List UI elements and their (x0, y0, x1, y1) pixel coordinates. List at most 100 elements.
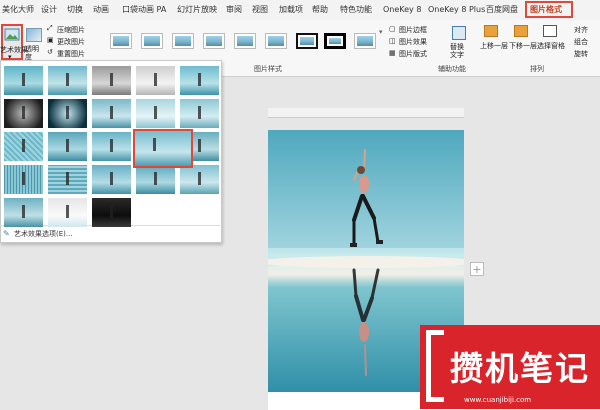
picture-layout-icon: ▦ (389, 49, 396, 57)
align-button[interactable]: 对齐 (574, 25, 588, 35)
artistic-effect-option[interactable] (136, 66, 175, 95)
effect-figure-icon (198, 73, 201, 86)
tab-addins[interactable]: 加载项 (279, 0, 303, 20)
artistic-effect-option[interactable] (4, 66, 43, 95)
picture-border-icon: ▢ (389, 25, 396, 33)
group-label-accessibility: 辅助功能 (438, 65, 466, 73)
effect-figure-icon (22, 205, 25, 218)
picture-style-7[interactable] (296, 33, 318, 49)
watermark-text: 攒机笔记 (450, 349, 590, 388)
compress-pictures-button[interactable]: 压缩图片 (57, 25, 85, 35)
effect-figure-icon (110, 172, 113, 185)
effect-figure-icon (153, 138, 156, 151)
effect-figure-icon (154, 172, 157, 185)
tab-onekey8[interactable]: OneKey 8 (383, 0, 421, 20)
tab-help[interactable]: 帮助 (312, 0, 328, 20)
effect-figure-icon (66, 205, 69, 218)
artistic-effect-option[interactable] (180, 66, 219, 95)
effect-figure-icon (110, 73, 113, 86)
alt-text-button[interactable]: 替换文字 (450, 43, 468, 59)
rotate-button[interactable]: 旋转 (574, 49, 588, 59)
effect-figure-icon (22, 139, 25, 152)
artistic-effect-option[interactable] (4, 132, 43, 161)
picture-style-6[interactable] (265, 33, 287, 49)
tab-meihua[interactable]: 美化大师 (2, 0, 34, 20)
effect-figure-icon (198, 106, 201, 119)
artistic-effects-label: 艺术效果 (0, 46, 28, 54)
artistic-effect-option[interactable] (48, 99, 87, 128)
artistic-effect-option[interactable] (92, 132, 131, 161)
artistic-effect-option[interactable] (4, 99, 43, 128)
picture-border-button[interactable]: 图片边框 (399, 25, 427, 35)
artistic-effect-option[interactable] (4, 165, 43, 194)
effect-figure-icon (66, 73, 69, 86)
effect-figure-icon (66, 106, 69, 119)
picture-layout-button[interactable]: 图片版式 (399, 49, 427, 59)
picture-style-9[interactable] (354, 33, 376, 49)
artistic-effect-option[interactable] (92, 165, 131, 194)
artistic-effect-option[interactable] (48, 198, 87, 227)
artistic-effect-option[interactable] (48, 165, 87, 194)
artistic-effect-option[interactable] (180, 165, 219, 194)
artistic-effect-option-selected[interactable] (133, 129, 193, 168)
change-picture-icon: ▣ (47, 36, 54, 44)
ribbon-tab-bar: 美化大师 设计 切换 动画 口袋动画 PA 幻灯片放映 审阅 视图 加载项 帮助… (0, 0, 600, 21)
artistic-effect-option[interactable] (4, 198, 43, 227)
tab-slideshow[interactable]: 幻灯片放映 (177, 0, 217, 20)
tab-view[interactable]: 视图 (252, 0, 268, 20)
horizontal-ruler (268, 108, 464, 118)
transparency-icon[interactable] (26, 28, 42, 42)
selection-pane-icon (543, 25, 557, 37)
watermark-bracket (426, 330, 444, 402)
tab-pocket-animation[interactable]: 口袋动画 PA (122, 0, 166, 20)
add-content-icon[interactable]: + (470, 262, 484, 276)
picture-style-2[interactable] (141, 33, 163, 49)
picture-style-3[interactable] (172, 33, 194, 49)
reset-picture-button[interactable]: 重置图片 (57, 49, 85, 59)
effect-figure-icon (154, 73, 157, 86)
active-tab-highlight (525, 1, 573, 18)
group-label-arrange: 排列 (530, 65, 544, 73)
picture-style-1[interactable] (110, 33, 132, 49)
send-backward-icon (514, 25, 528, 37)
compress-pictures-icon: ⤢ (47, 24, 53, 32)
effect-figure-icon (66, 172, 69, 185)
change-picture-button[interactable]: 更改图片 (57, 37, 85, 47)
picture-effects-icon: ◫ (389, 37, 396, 45)
watermark-url: www.cuanjibiji.com (464, 396, 532, 404)
bring-forward-button[interactable]: 上移一层 (480, 41, 508, 51)
effect-figure-icon (198, 172, 201, 185)
alt-text-icon[interactable] (452, 26, 466, 40)
send-backward-button[interactable]: 下移一层 (509, 41, 537, 51)
tab-animations[interactable]: 动画 (93, 0, 109, 20)
artistic-effect-option[interactable] (92, 198, 131, 227)
group-button[interactable]: 组合 (574, 37, 588, 47)
effect-figure-icon (110, 205, 113, 218)
reset-picture-icon: ↺ (47, 48, 53, 56)
effect-figure-icon (110, 139, 113, 152)
picture-style-5[interactable] (234, 33, 256, 49)
picture-effects-button[interactable]: 图片效果 (399, 37, 427, 47)
artistic-effect-option[interactable] (92, 66, 131, 95)
artistic-effect-option[interactable] (48, 132, 87, 161)
effect-figure-icon (66, 139, 69, 152)
effect-figure-icon (110, 106, 113, 119)
artistic-effect-option[interactable] (136, 99, 175, 128)
transparency-label: 透明度 (25, 45, 39, 61)
tab-transitions[interactable]: 切换 (67, 0, 83, 20)
tab-review[interactable]: 审阅 (226, 0, 242, 20)
picture-style-4[interactable] (203, 33, 225, 49)
artistic-effect-option[interactable] (136, 165, 175, 194)
tab-onekey8plus[interactable]: OneKey 8 Plus (428, 0, 485, 20)
tab-features[interactable]: 特色功能 (340, 0, 372, 20)
tab-design[interactable]: 设计 (41, 0, 57, 20)
artistic-effects-options-link[interactable]: 艺术效果选项(E)... (14, 229, 73, 239)
bring-forward-icon (484, 25, 498, 37)
artistic-effect-option[interactable] (180, 99, 219, 128)
gallery-more-icon[interactable]: ▾ (379, 28, 383, 36)
selection-pane-button[interactable]: 选择窗格 (537, 41, 565, 51)
artistic-effect-option[interactable] (48, 66, 87, 95)
picture-style-8[interactable] (324, 33, 346, 49)
tab-baidu[interactable]: 百度网盘 (486, 0, 518, 20)
artistic-effect-option[interactable] (92, 99, 131, 128)
